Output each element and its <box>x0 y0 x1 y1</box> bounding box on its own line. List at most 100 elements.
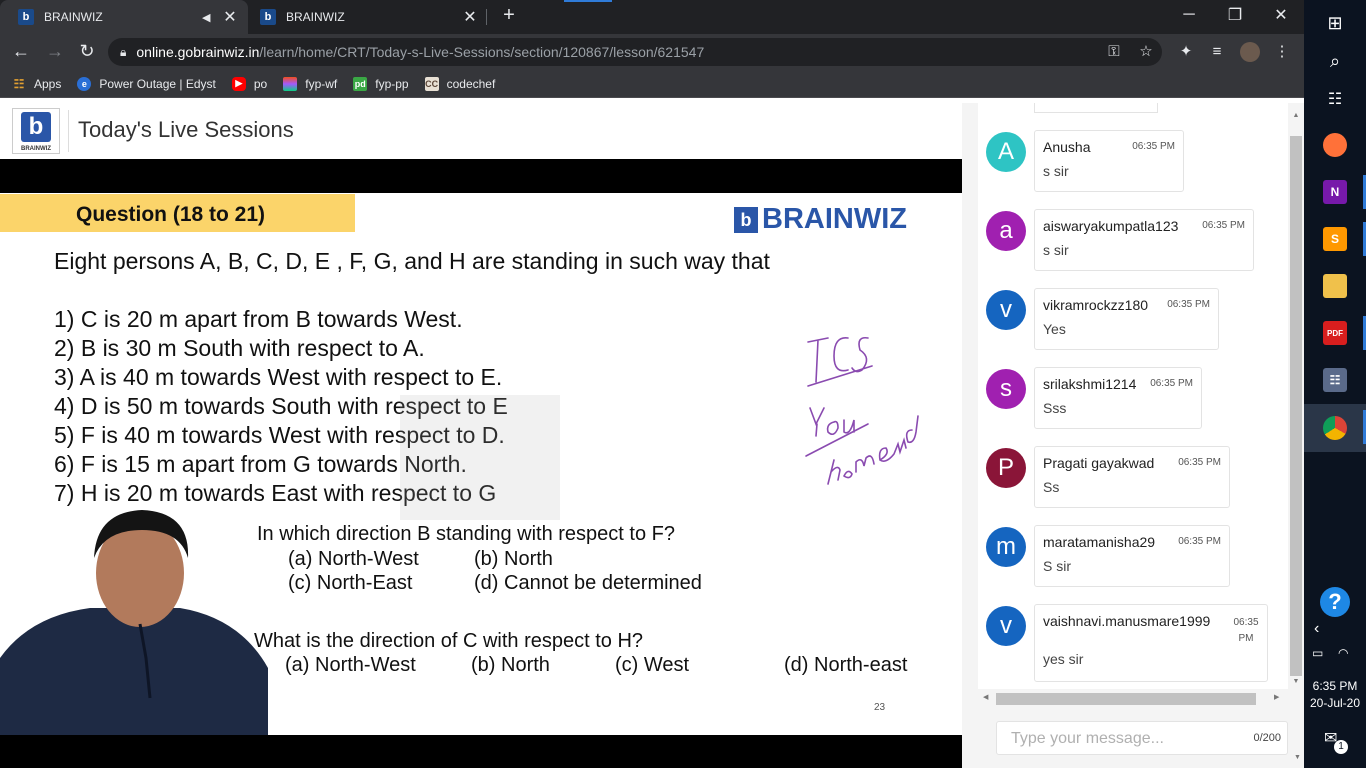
question-2-option-d: (d) North-east <box>784 654 908 676</box>
chat-bubble: Pragati gayakwad 06:35 PM Ss <box>1034 446 1230 508</box>
question-1-option-a: (a) North-West <box>288 548 419 570</box>
bookmark-po[interactable]: ▶ po <box>231 76 267 91</box>
url-domain: online.gobrainwiz.in <box>136 44 260 60</box>
chat-horizontal-scroll-thumb[interactable] <box>996 693 1256 705</box>
sublime-text-icon: S <box>1323 227 1347 251</box>
question-2-option-b: (b) North <box>471 654 550 676</box>
close-tab-icon[interactable]: ✕ <box>460 7 480 27</box>
scroll-right-arrow-icon[interactable]: ▶ <box>1274 692 1284 704</box>
taskbar-calculator[interactable]: ☷ <box>1304 357 1366 403</box>
taskbar-firefox[interactable] <box>1304 122 1366 168</box>
header-divider <box>68 110 69 152</box>
slide-page-number: 23 <box>874 702 886 713</box>
battery-icon[interactable]: ▭ <box>1312 646 1330 662</box>
message-time: 06:35 PM <box>1178 536 1221 547</box>
help-icon[interactable]: ? <box>1320 587 1350 617</box>
taskbar-chrome[interactable] <box>1304 404 1366 452</box>
media-queue-icon[interactable]: ≡ <box>1207 42 1227 62</box>
taskbar-sublime[interactable]: S <box>1304 216 1366 262</box>
back-arrow-icon[interactable]: ← <box>10 41 32 61</box>
task-view-button[interactable]: ☷ <box>1304 76 1366 122</box>
speaker-icon[interactable]: ◀ <box>202 11 216 24</box>
bookmark-apps[interactable]: ☷ Apps <box>12 77 62 91</box>
chrome-menu-icon[interactable]: ⋮ <box>1272 42 1292 62</box>
message-text: yes sir <box>1043 651 1084 667</box>
avatar: v <box>986 290 1026 330</box>
page-title: Today's Live Sessions <box>78 117 294 142</box>
pdf-icon: pd <box>353 76 368 91</box>
message-text: Sss <box>1043 400 1067 416</box>
message-time: 06:35 PM <box>1150 378 1193 389</box>
bookmark-fyp-wf[interactable]: fyp-wf <box>283 76 337 91</box>
codechef-icon: CC <box>424 76 439 91</box>
taskbar-file-explorer[interactable] <box>1304 263 1366 309</box>
statement-2: 2) B is 30 m South with respect to A. <box>54 335 425 361</box>
handwriting-stroke <box>833 337 849 372</box>
scroll-up-arrow-icon[interactable]: ▲ <box>1290 112 1302 122</box>
clock-time: 6:35 PM <box>1312 679 1358 693</box>
wifi-icon[interactable]: ◠ <box>1338 646 1356 662</box>
handwriting-stroke <box>826 420 839 436</box>
tab-divider <box>486 9 487 25</box>
extensions-puzzle-icon[interactable]: ✦ <box>1176 42 1196 62</box>
reload-icon[interactable]: ↻ <box>76 41 98 61</box>
taskbar-onenote[interactable]: N <box>1304 169 1366 215</box>
close-tab-icon[interactable]: ✕ <box>220 7 240 27</box>
close-window-button[interactable]: ✕ <box>1258 0 1304 30</box>
presenter-video <box>0 510 268 735</box>
browser-tab-brainwiz-active[interactable]: b BRAINWIZ ◀ ✕ <box>0 0 248 34</box>
profile-avatar[interactable] <box>1240 42 1260 62</box>
message-time: 06:35 PM <box>1167 299 1210 310</box>
minimize-window-button[interactable]: ─ <box>1166 0 1212 30</box>
star-bookmark-icon[interactable]: ☆ <box>1136 42 1156 62</box>
chat-vertical-scroll-thumb[interactable] <box>1290 136 1302 676</box>
statement-3: 3) A is 40 m towards West with respect t… <box>54 364 503 390</box>
browser-tab-brainwiz[interactable]: b BRAINWIZ ✕ <box>248 0 488 34</box>
bookmark-label: codechef <box>446 76 496 91</box>
scroll-down-arrow-icon[interactable]: ▼ <box>1290 678 1302 688</box>
question-1-option-d: (d) Cannot be determined <box>474 572 702 594</box>
address-bar[interactable]: 🔒︎ online.gobrainwiz.in/learn/home/CRT/T… <box>108 38 1162 66</box>
question-1-option-b: (b) North <box>474 548 553 570</box>
url-path: /learn/home/CRT/Today-s-Live-Sessions/se… <box>259 44 705 60</box>
handwriting-stroke <box>851 336 869 373</box>
question-1-option-c: (c) North-East <box>288 572 413 594</box>
slide-brand-text: BRAINWIZ <box>762 203 907 235</box>
tab-title: BRAINWIZ <box>44 10 103 24</box>
tab-media-indicator <box>564 0 612 2</box>
bookmark-fyp-pp[interactable]: pd fyp-pp <box>353 76 409 91</box>
message-text: s sir <box>1043 242 1069 258</box>
scroll-left-arrow-icon[interactable]: ◀ <box>983 692 993 704</box>
slide-brand: b BRAINWIZ <box>734 203 907 236</box>
handwriting-stroke <box>807 337 829 383</box>
handwriting-stroke <box>843 419 855 434</box>
problem-intro: Eight persons A, B, C, D, E , F, G, and … <box>54 248 770 274</box>
statement-1: 1) C is 20 m apart from B towards West. <box>54 306 463 332</box>
message-text: s sir <box>1043 163 1069 179</box>
page-scroll-down-arrow-icon[interactable]: ▼ <box>1294 754 1302 764</box>
brainwiz-logo[interactable]: b BRAINWIZ <box>12 108 60 154</box>
chat-message: m maratamanisha29 06:35 PM S sir <box>986 525 1286 587</box>
question-2-option-c: (c) West <box>615 654 690 676</box>
taskbar-clock[interactable]: 6:35 PM 20-Jul-20 <box>1304 678 1366 712</box>
brainwiz-favicon: b <box>18 9 34 25</box>
bookmark-power-outage-edyst[interactable]: e Power Outage | Edyst <box>77 76 216 91</box>
brainwiz-logo-mark: b <box>21 112 51 142</box>
bookmark-label: Power Outage | Edyst <box>99 76 216 91</box>
firefox-icon <box>1323 133 1347 157</box>
key-icon[interactable]: ⚿ <box>1104 42 1124 62</box>
brainwiz-logo-mark: b <box>734 206 758 233</box>
chat-message-partial <box>1034 103 1158 113</box>
bookmark-codechef[interactable]: CC codechef <box>424 76 496 91</box>
handwriting-annotation <box>805 336 919 485</box>
restore-window-button[interactable]: ❐ <box>1212 0 1258 30</box>
show-hidden-icons-chevron-icon[interactable]: ‹ <box>1314 620 1328 638</box>
taskbar-pdf-reader[interactable]: PDF <box>1304 310 1366 356</box>
pdf-reader-icon: PDF <box>1323 321 1347 345</box>
chat-message-input[interactable] <box>1011 728 1231 750</box>
new-tab-button[interactable]: + <box>498 4 520 28</box>
forward-arrow-icon[interactable]: → <box>44 41 66 61</box>
sender-name: vaishnavi.manusmare1999 <box>1043 613 1211 629</box>
tab-title: BRAINWIZ <box>286 10 345 24</box>
onenote-icon: N <box>1323 180 1347 204</box>
